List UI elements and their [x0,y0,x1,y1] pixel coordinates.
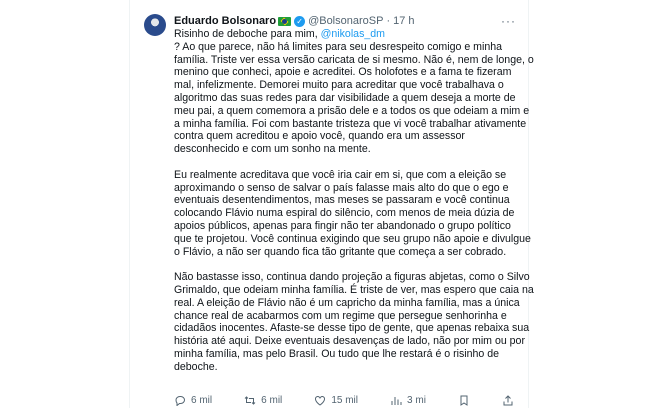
tweet-line: ? Ao que parece, não há limites para seu… [174,40,503,53]
tweet-line: o Flávio, a não ser quando fica tão grit… [174,245,507,258]
tweet-line: família. Triste ver essa versão caricata… [174,53,534,66]
tweet-line: a minha família. Foi com bastante triste… [174,117,527,130]
tweet-line: que te projetou. Você continua exigindo … [174,232,531,245]
tweet-line: história até aqui. Deixe eventuais desav… [174,335,525,348]
share-icon [502,395,514,406]
tweet-line: algoritmo das suas redes para dar visibi… [174,91,516,104]
views-count: 3 mi [407,395,426,406]
tweet-line: deboche. [174,360,218,373]
author-handle[interactable]: @BolsonaroSP [308,15,383,27]
like-icon [314,395,326,406]
tweet-line: aproximando o senso de salvar o país fal… [174,181,509,194]
tweet-line: desconhecido e com um sonho na mente. [174,143,371,156]
bookmark-button[interactable] [458,395,470,406]
tweet-lines: ? Ao que parece, não há limites para seu… [174,40,534,374]
verified-badge-icon: ✓ [294,15,306,27]
tweet-line: Eu realmente acreditava que você iria ca… [174,168,507,181]
tweet-first-line: Risinho de deboche para mim, @nikolas_dm [174,28,526,41]
like-count: 15 mil [331,395,358,406]
repost-count: 6 mil [261,395,283,406]
bookmark-icon [458,395,470,406]
reply-count: 6 mil [191,395,213,406]
tweet-line: cidadãos inocentes. Afaste-se desse tipo… [174,322,530,335]
reply-button[interactable]: 6 mil [174,395,212,406]
views-icon [390,395,402,406]
tweet-card[interactable]: Eduardo Bolsonaro ✓ @BolsonaroSP · 17 h … [129,0,534,408]
brazil-flag-icon [278,16,292,26]
tweet-line: colocando Flávio numa espiral do silênci… [174,207,515,220]
repost-button[interactable]: 6 mil [244,395,282,406]
tweet-line: eventuais desentendimentos, mas meses se… [174,194,510,207]
views-button[interactable]: 3 mi [390,395,426,406]
tweet-line: menino que conheci, apoie e acreditei. O… [174,66,512,79]
like-button[interactable]: 15 mil [314,395,358,406]
repost-icon [244,395,256,406]
tweet-line: Grimaldo, que odeiam minha família. É tr… [174,283,534,296]
more-icon[interactable]: ··· [501,14,516,28]
share-button[interactable] [502,395,514,406]
reply-icon [174,395,186,406]
tweet-line: minha família, mas pelo Brasil. Ou tudo … [174,347,500,360]
tweet-line: chance real de acabarmos com um regime q… [174,309,507,322]
author-name[interactable]: Eduardo Bolsonaro [174,15,276,27]
separator-dot: · [386,15,391,27]
tweet-line: apoios públicos, apenas para fingir não … [174,219,511,232]
tweet-text: Risinho de deboche para mim, @nikolas_dm… [174,28,534,374]
tweet-line: Não bastasse isso, continua dando projeç… [174,271,530,284]
tweet-line: real. A eleição de Flávio não é um capri… [174,296,520,309]
avatar[interactable] [144,14,166,36]
tweet-text-start: Risinho de deboche para mim, [174,28,321,40]
mention-link[interactable]: @nikolas_dm [321,28,385,40]
tweet-line: contra quem acreditou e apoio você, quan… [174,130,465,143]
tweet-line: mal, infelizmente. Demorei muito para ac… [174,79,504,92]
action-bar: 6 mil 6 mil 15 mil 3 mi [174,395,514,406]
timestamp[interactable]: 17 h [393,15,414,27]
tweet-line: meu pai, a quem comemora a prisão dele e… [174,104,530,117]
